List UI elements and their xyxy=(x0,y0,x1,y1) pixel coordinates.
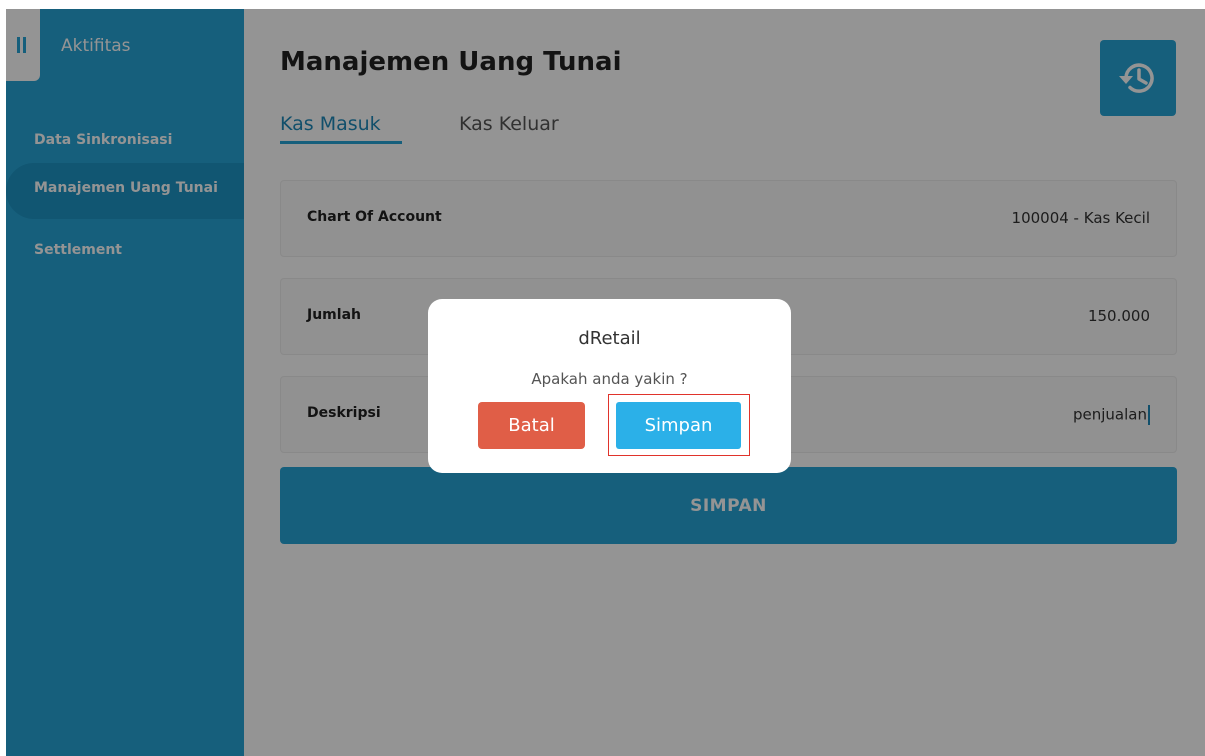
highlight-box xyxy=(608,394,750,456)
dialog-title: dRetail xyxy=(578,328,641,349)
confirm-dialog: dRetail Apakah anda yakin ? Batal Simpan xyxy=(428,299,791,473)
app-window: Aktifitas Data Sinkronisasi Manajemen Ua… xyxy=(6,9,1205,756)
dialog-message: Apakah anda yakin ? xyxy=(531,370,688,388)
batal-button[interactable]: Batal xyxy=(478,402,585,449)
